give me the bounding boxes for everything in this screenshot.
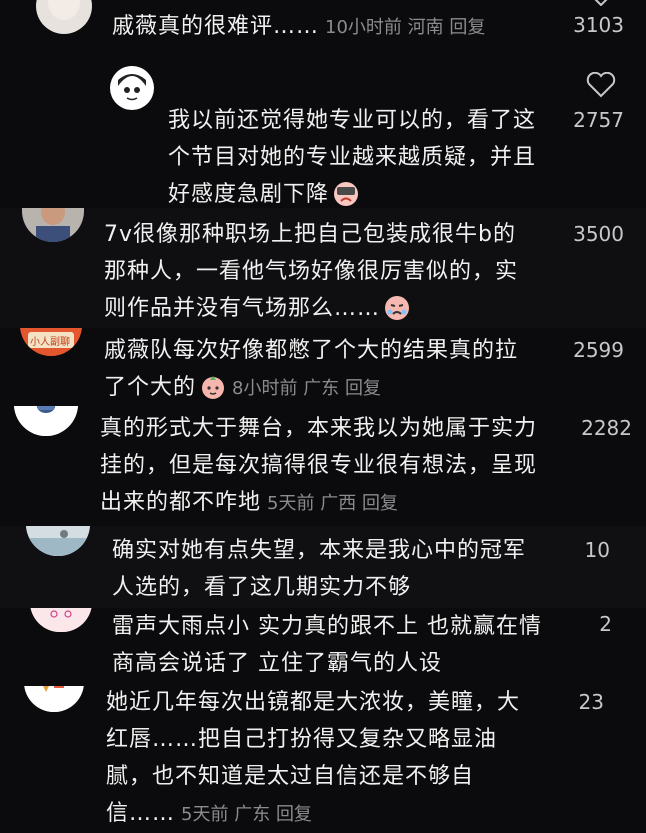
peach-emoji-icon xyxy=(200,374,226,406)
comment-item: 雷声大雨点小 实力真的跟不上 也就赢在情商高会说话了 立住了霸气的人设 2 xyxy=(0,608,646,686)
comment-body: 戚薇队每次好像都憋了个大的结果真的拉了个大的 8小时前 广东 回复 xyxy=(104,332,534,406)
comment-item: 我以前还觉得她专业可以的，看了这个节目对她的专业越来越质疑，并且好感度急剧下降 … xyxy=(0,58,646,208)
avatar[interactable]: 小人副聊 xyxy=(20,328,82,356)
comment-region: 广东 xyxy=(234,804,271,825)
comment-region: 广西 xyxy=(320,493,357,514)
avatar[interactable] xyxy=(24,686,84,712)
comment-body: 真的形式大于舞台，本来我以为她属于实力挂的，但是每次搞得很专业很有想法，呈现出来… xyxy=(100,410,540,522)
comment-text: 7v很像那种职场上把自己包装成很牛b的那种人，一看他气场好像很厉害似的，实则作品… xyxy=(104,222,519,321)
comment-text: 戚薇真的很难评…… xyxy=(112,14,320,39)
crying-emoji-icon xyxy=(384,295,410,328)
heart-icon[interactable] xyxy=(590,0,612,10)
avatar[interactable] xyxy=(36,0,92,34)
avatar[interactable] xyxy=(30,608,92,632)
comment-body: 雷声大雨点小 实力真的跟不上 也就赢在情商高会说话了 立住了霸气的人设 xyxy=(112,608,552,682)
comment-item: 她近几年每次出镜都是大浓妆，美瞳，大红唇……把自己打扮得又复杂又略显油腻，也不知… xyxy=(0,686,646,833)
heart-icon[interactable] xyxy=(586,71,616,102)
reply-link[interactable]: 回复 xyxy=(276,804,312,825)
like-count: 10 xyxy=(584,538,610,562)
sad-emoji-icon xyxy=(333,181,359,208)
like-count: 2 xyxy=(599,612,612,636)
comment-item: 小人副聊 戚薇队每次好像都憋了个大的结果真的拉了个大的 8小时前 广东 回复 25… xyxy=(0,328,646,406)
reply-link[interactable]: 回复 xyxy=(449,17,485,38)
comment-body: 7v很像那种职场上把自己包装成很牛b的那种人，一看他气场好像很厉害似的，实则作品… xyxy=(104,216,534,328)
comment-text: 雷声大雨点小 实力真的跟不上 也就赢在情商高会说话了 立住了霸气的人设 xyxy=(112,614,542,676)
comment-item: 戚薇真的很难评…… 10小时前 河南 回复 3103 xyxy=(0,0,646,58)
comment-region: 广东 xyxy=(303,378,340,399)
avatar[interactable] xyxy=(14,406,78,436)
comment-region: 河南 xyxy=(407,17,444,38)
comment-time: 5天前 xyxy=(267,493,315,514)
comment-item: 7v很像那种职场上把自己包装成很牛b的那种人，一看他气场好像很厉害似的，实则作品… xyxy=(0,208,646,328)
comment-body: 我以前还觉得她专业可以的，看了这个节目对她的专业越来越质疑，并且好感度急剧下降 xyxy=(168,102,538,208)
avatar[interactable] xyxy=(110,66,154,110)
comment-time: 10小时前 xyxy=(325,17,402,38)
comment-text: 她近几年每次出镜都是大浓妆，美瞳，大红唇……把自己打扮得又复杂又略显油腻，也不知… xyxy=(106,690,521,826)
reply-link[interactable]: 回复 xyxy=(362,493,398,514)
like-count: 2599 xyxy=(573,338,624,362)
comment-body: 她近几年每次出镜都是大浓妆，美瞳，大红唇……把自己打扮得又复杂又略显油腻，也不知… xyxy=(106,686,536,833)
reply-link[interactable]: 回复 xyxy=(345,378,381,399)
like-count: 2282 xyxy=(581,416,632,440)
comment-time: 5天前 xyxy=(181,804,229,825)
comment-item: 真的形式大于舞台，本来我以为她属于实力挂的，但是每次搞得很专业很有想法，呈现出来… xyxy=(0,406,646,526)
like-count: 3103 xyxy=(573,13,624,37)
like-count: 3500 xyxy=(573,222,624,246)
avatar-label: 小人副聊 xyxy=(30,337,70,348)
comment-item: 确实对她有点失望，本来是我心中的冠军人选的，看了这几期实力不够 10 xyxy=(0,526,646,608)
comment-body: 戚薇真的很难评…… 10小时前 河南 回复 xyxy=(112,8,542,46)
avatar[interactable] xyxy=(26,526,90,556)
comment-text: 确实对她有点失望，本来是我心中的冠军人选的，看了这几期实力不够 xyxy=(112,538,527,600)
like-count: 23 xyxy=(578,690,604,714)
comment-time: 8小时前 xyxy=(232,378,298,399)
like-count: 2757 xyxy=(573,108,624,132)
avatar[interactable] xyxy=(22,208,84,242)
comment-body: 确实对她有点失望，本来是我心中的冠军人选的，看了这几期实力不够 xyxy=(112,532,542,606)
